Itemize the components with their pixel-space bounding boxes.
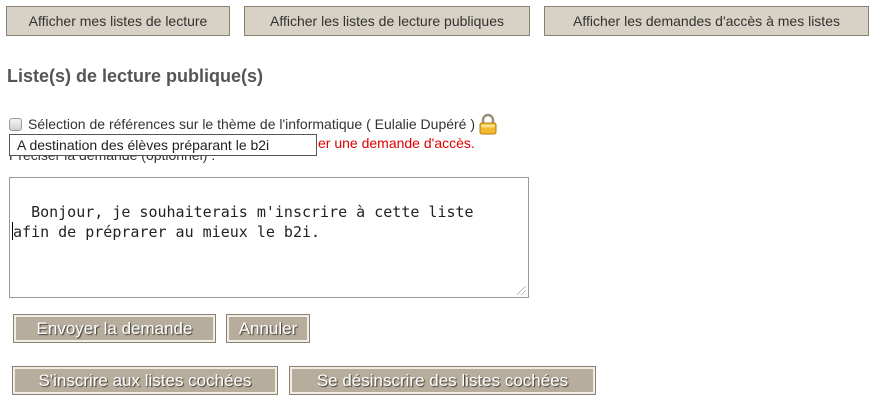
padlock-icon[interactable] [477,113,499,135]
unsubscribe-checked-button[interactable]: Se désinscrire des listes cochées [289,366,596,395]
text-caret [12,222,13,240]
subscribe-checked-button[interactable]: S'inscrire aux listes cochées [12,366,278,395]
show-access-requests-button[interactable]: Afficher les demandes d'accès à mes list… [544,6,869,36]
section-title: Liste(s) de lecture publique(s) [7,66,264,86]
resize-handle-icon[interactable] [517,286,526,295]
list-description-tooltip: A destination des élèves préparant le b2… [9,134,317,156]
list-checkbox[interactable] [9,117,22,131]
public-list-item: Sélection de références sur le thème de … [9,113,499,135]
request-textarea[interactable]: Bonjour, je souhaiterais m'inscrire à ce… [9,177,529,298]
list-item-label: Sélection de références sur le thème de … [28,116,476,132]
show-public-lists-button[interactable]: Afficher les listes de lecture publiques [244,6,530,36]
show-my-lists-button[interactable]: Afficher mes listes de lecture [6,6,230,36]
access-request-link[interactable]: er une demande d'accès. [318,135,475,151]
send-request-button[interactable]: Envoyer la demande [13,314,216,343]
cancel-button[interactable]: Annuler [226,314,310,343]
request-text: Bonjour, je souhaiterais m'inscrire à ce… [13,203,474,241]
